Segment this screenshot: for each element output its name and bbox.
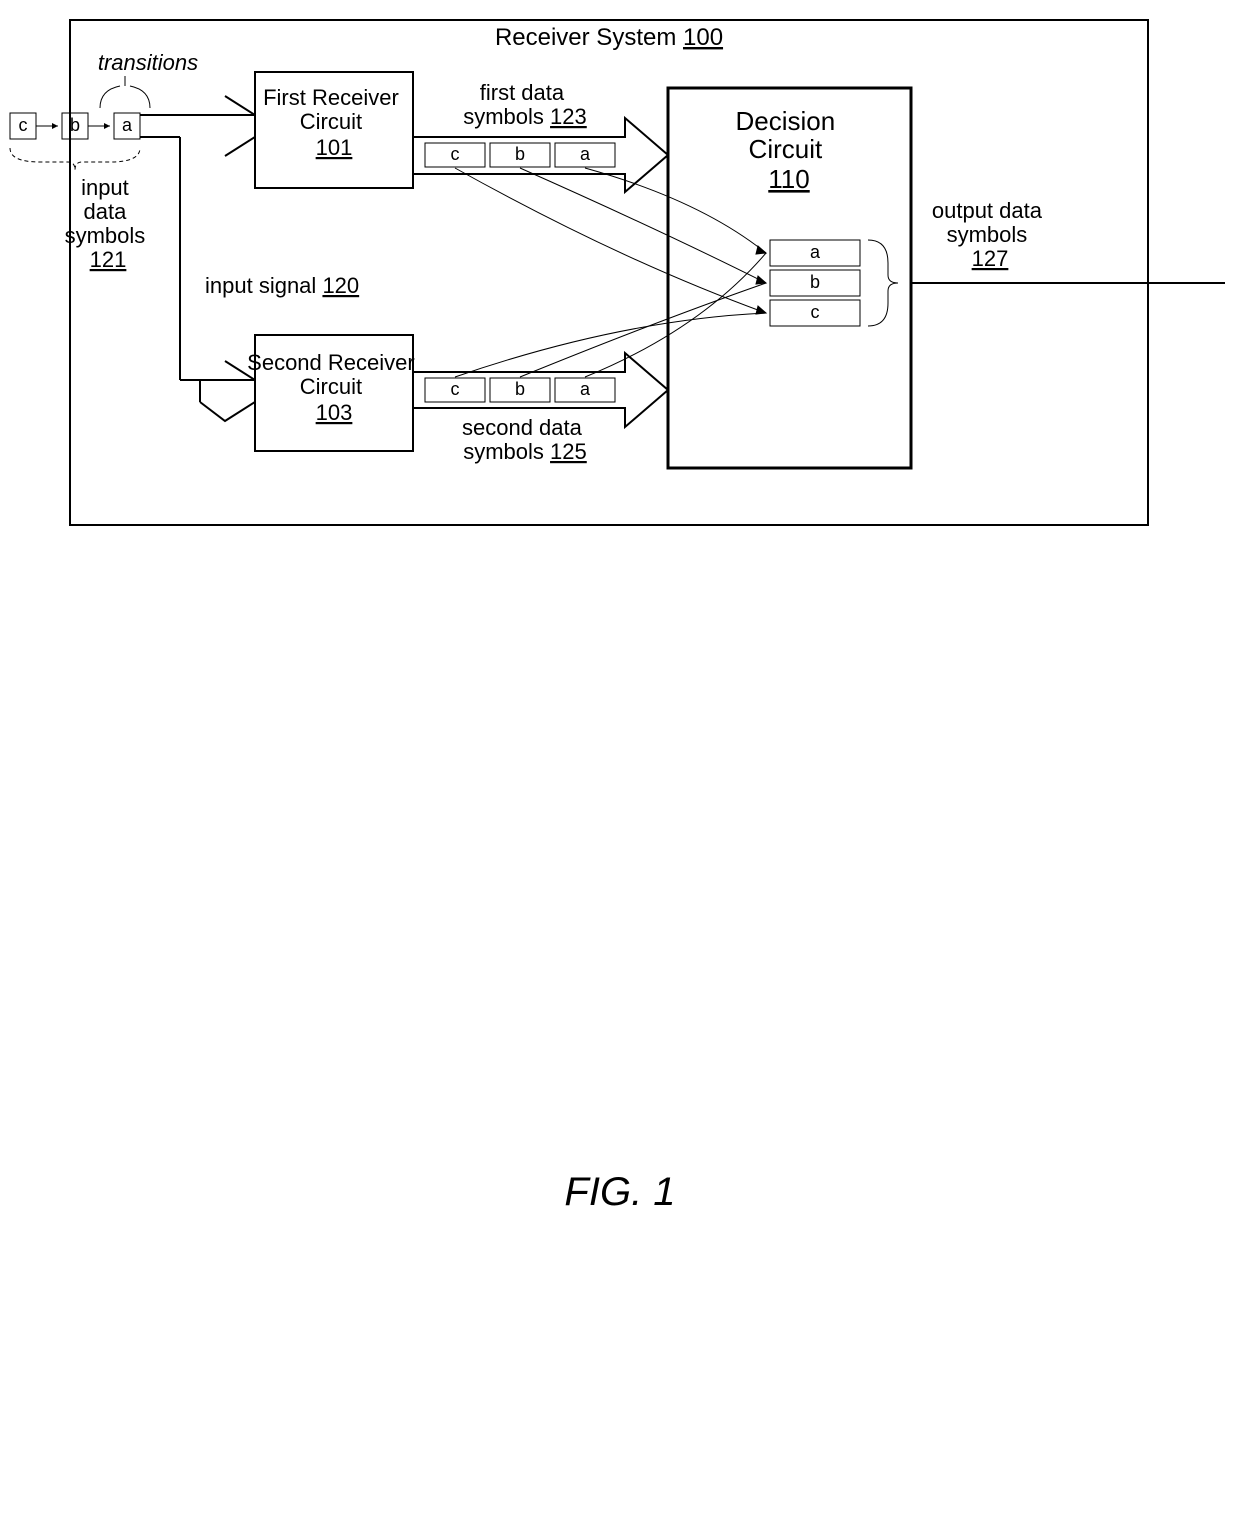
svg-text:b: b: [515, 144, 525, 164]
svg-text:a: a: [580, 144, 591, 164]
input-symbols-brace: [10, 148, 140, 170]
input-symbol-cells: c b a: [10, 113, 140, 139]
input-cell-c: c: [19, 115, 28, 135]
system-title: Receiver System 100: [495, 24, 723, 51]
second-data-cells: c b a: [425, 378, 615, 402]
first-data-label: first data symbols 123: [463, 80, 587, 129]
svg-text:b: b: [515, 379, 525, 399]
figure-caption: FIG. 1: [564, 1170, 675, 1214]
second-data-label: second data symbols 125: [462, 415, 588, 464]
input-symbols-label: input data symbols 121: [65, 175, 152, 272]
diagram-root: Receiver System 100 c b a transitions in…: [0, 0, 1240, 1532]
input-cell-a: a: [122, 115, 133, 135]
input-cell-b: b: [70, 115, 80, 135]
svg-text:a: a: [810, 242, 821, 262]
first-data-cells: c b a: [425, 143, 615, 167]
svg-text:c: c: [451, 144, 460, 164]
svg-text:a: a: [580, 379, 591, 399]
svg-text:c: c: [811, 302, 820, 322]
input-signal-arrow: [140, 96, 255, 421]
decision-cells: a b c: [770, 240, 860, 326]
output-label: output data symbols 127: [932, 198, 1048, 271]
svg-text:c: c: [451, 379, 460, 399]
svg-text:b: b: [810, 272, 820, 292]
transitions-brace: [100, 76, 150, 108]
transitions-label: transitions: [98, 50, 198, 75]
input-signal-label: input signal 120: [205, 273, 359, 298]
